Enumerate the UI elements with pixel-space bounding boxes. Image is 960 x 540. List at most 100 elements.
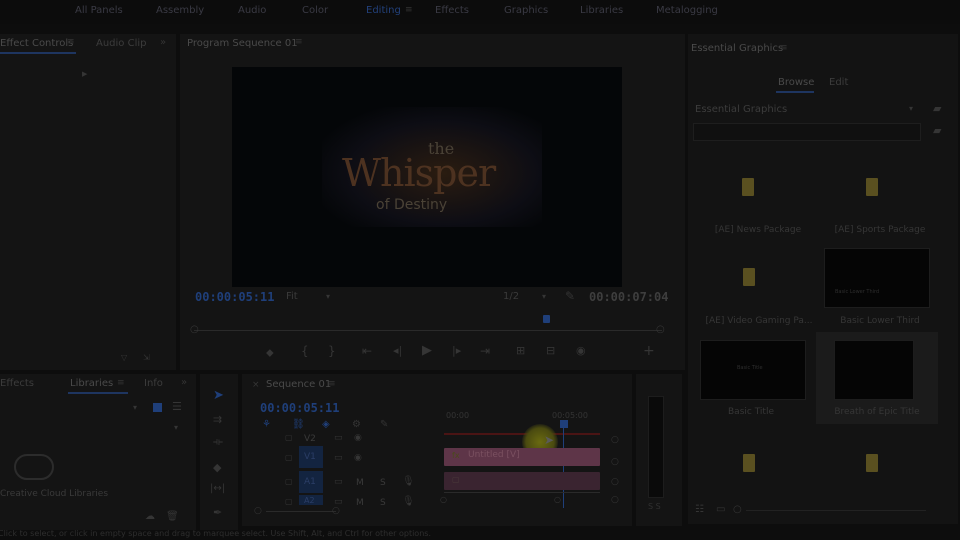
work-area-bar[interactable]: [444, 433, 600, 435]
tab-libraries[interactable]: Libraries: [70, 378, 113, 389]
sync-icon[interactable]: ▭: [334, 454, 343, 463]
folder-icon[interactable]: ▰: [933, 125, 941, 136]
add-marker-icon[interactable]: ◈: [322, 420, 330, 430]
export-frame-icon[interactable]: ◉: [576, 345, 586, 356]
export-icon[interactable]: ⇲: [143, 354, 150, 362]
go-to-out-icon[interactable]: ⇥: [480, 345, 490, 357]
go-to-in-icon[interactable]: ⇤: [362, 345, 372, 357]
solo-button[interactable]: S: [380, 478, 386, 488]
folder-icon[interactable]: ▰: [933, 103, 941, 114]
mute-button[interactable]: M: [356, 498, 364, 508]
tab-effect-controls[interactable]: Effect Controls: [0, 38, 73, 49]
list-view-icon[interactable]: ☰: [172, 401, 182, 412]
add-button-icon[interactable]: +: [643, 344, 655, 358]
timeline-playhead[interactable]: [560, 420, 568, 428]
expand-icon[interactable]: »: [160, 38, 166, 48]
zoom-handle-right[interactable]: ○: [554, 496, 561, 504]
sync-icon[interactable]: ▭: [334, 478, 343, 487]
cloud-icon[interactable]: ☁: [145, 512, 155, 522]
close-icon[interactable]: ×: [252, 381, 260, 390]
extract-icon[interactable]: ⊟: [546, 345, 555, 356]
zoom-handle-right[interactable]: ○: [656, 325, 665, 335]
thumbnail-size-slider[interactable]: [746, 510, 926, 511]
track-toggle-icon[interactable]: ○: [611, 478, 619, 487]
pen-tool-icon[interactable]: ✒: [213, 507, 222, 518]
track-select-icon[interactable]: ⇉: [213, 414, 222, 425]
workspace-tab-all-panels[interactable]: All Panels: [75, 5, 123, 16]
workspace-tab-assembly[interactable]: Assembly: [156, 5, 204, 16]
tab-edit[interactable]: Edit: [829, 77, 848, 88]
program-scrubber[interactable]: [194, 330, 662, 331]
graphics-item[interactable]: [AE] Video Gaming Pa...: [696, 246, 822, 336]
linked-select-icon[interactable]: ⛓: [292, 420, 305, 430]
lift-icon[interactable]: ⊞: [516, 345, 525, 356]
graphics-item[interactable]: [AE] News Package: [698, 148, 818, 238]
timeline-zoom-scroll[interactable]: [266, 511, 336, 512]
slip-tool-icon[interactable]: |↔|: [210, 484, 225, 494]
resolution-select[interactable]: 1/2: [503, 291, 519, 302]
graphics-item[interactable]: Basic Lower Third Basic Lower Third: [820, 246, 940, 336]
microphone-icon[interactable]: 🎙: [402, 497, 415, 507]
workspace-tab-libraries[interactable]: Libraries: [580, 5, 623, 16]
step-back-icon[interactable]: ◂|: [393, 345, 402, 356]
sync-icon[interactable]: ▭: [334, 434, 343, 443]
zoom-handle-left[interactable]: ○: [440, 496, 447, 504]
tab-effects[interactable]: Effects: [0, 378, 34, 389]
playhead-marker[interactable]: [543, 315, 550, 323]
grid-view-icon[interactable]: [153, 403, 162, 412]
mark-in-icon[interactable]: {: [301, 345, 309, 357]
graphics-item[interactable]: [698, 430, 818, 510]
workspace-tab-metalogging[interactable]: Metalogging: [656, 5, 718, 16]
timeline-timecode[interactable]: 00:00:05:11: [260, 401, 339, 415]
zoom-handle-left[interactable]: ○: [254, 507, 262, 516]
zoom-fit-select[interactable]: Fit: [286, 291, 298, 302]
add-marker-icon[interactable]: ⬥: [266, 347, 274, 358]
meter-solo-label[interactable]: S S: [648, 502, 661, 511]
mark-out-icon[interactable]: }: [328, 345, 336, 357]
list-view-icon[interactable]: ☷: [695, 505, 704, 515]
lock-icon[interactable]: ▢: [285, 454, 293, 462]
workspace-tab-color[interactable]: Color: [302, 5, 328, 16]
graphics-item[interactable]: [AE] Sports Package: [820, 148, 940, 238]
solo-button[interactable]: S: [380, 498, 386, 508]
track-toggle-icon[interactable]: ○: [611, 496, 619, 505]
wrench-icon[interactable]: ✎: [565, 290, 575, 302]
track-toggle-icon[interactable]: ○: [611, 436, 619, 445]
timeline-settings-icon[interactable]: ⚙: [352, 420, 361, 430]
filter-icon[interactable]: ▽: [121, 354, 127, 362]
menu-icon[interactable]: ≡: [405, 6, 413, 15]
panel-menu-icon[interactable]: ≡: [295, 38, 303, 47]
ripple-edit-icon[interactable]: ⟛: [213, 436, 223, 447]
lock-icon[interactable]: ▢: [285, 434, 293, 442]
wrench-icon[interactable]: ✎: [380, 420, 388, 430]
step-forward-icon[interactable]: |▸: [452, 345, 461, 356]
workspace-tab-graphics[interactable]: Graphics: [504, 5, 548, 16]
zoom-handle-right[interactable]: ○: [332, 507, 340, 516]
tab-info[interactable]: Info: [144, 378, 163, 389]
search-input[interactable]: [693, 123, 921, 141]
workspace-tab-audio[interactable]: Audio: [238, 5, 266, 16]
lock-icon[interactable]: ▢: [285, 498, 293, 506]
tab-audio-clip[interactable]: Audio Clip: [96, 38, 147, 49]
source-dropdown[interactable]: Essential Graphics: [695, 104, 787, 115]
zoom-handle-left[interactable]: ○: [733, 505, 742, 515]
track-toggle-icon[interactable]: ○: [611, 458, 619, 467]
play-icon[interactable]: ▶: [422, 344, 432, 357]
selection-tool-icon[interactable]: ➤: [213, 389, 224, 402]
panel-menu-icon[interactable]: ≡: [328, 380, 336, 389]
audio-clip[interactable]: ▢: [444, 472, 600, 490]
graphics-item[interactable]: [820, 430, 940, 510]
workspace-tab-editing[interactable]: Editing: [366, 5, 401, 16]
panel-menu-icon[interactable]: ≡: [780, 44, 788, 53]
video-clip[interactable]: fx Untitled [V]: [444, 448, 600, 466]
tab-browse[interactable]: Browse: [778, 77, 814, 88]
graphics-item-selected[interactable]: Breath of Epic Title: [816, 332, 938, 424]
lock-icon[interactable]: ▢: [285, 478, 293, 486]
graphics-item[interactable]: Basic Title Basic Title: [696, 336, 822, 426]
chevron-down-icon[interactable]: ▾: [909, 105, 913, 113]
program-current-timecode[interactable]: 00:00:05:11: [195, 290, 274, 304]
mute-button[interactable]: M: [356, 478, 364, 488]
chevron-down-icon[interactable]: ▾: [133, 404, 137, 412]
snap-icon[interactable]: ⚘: [262, 420, 271, 430]
razor-tool-icon[interactable]: ◆: [213, 462, 221, 473]
